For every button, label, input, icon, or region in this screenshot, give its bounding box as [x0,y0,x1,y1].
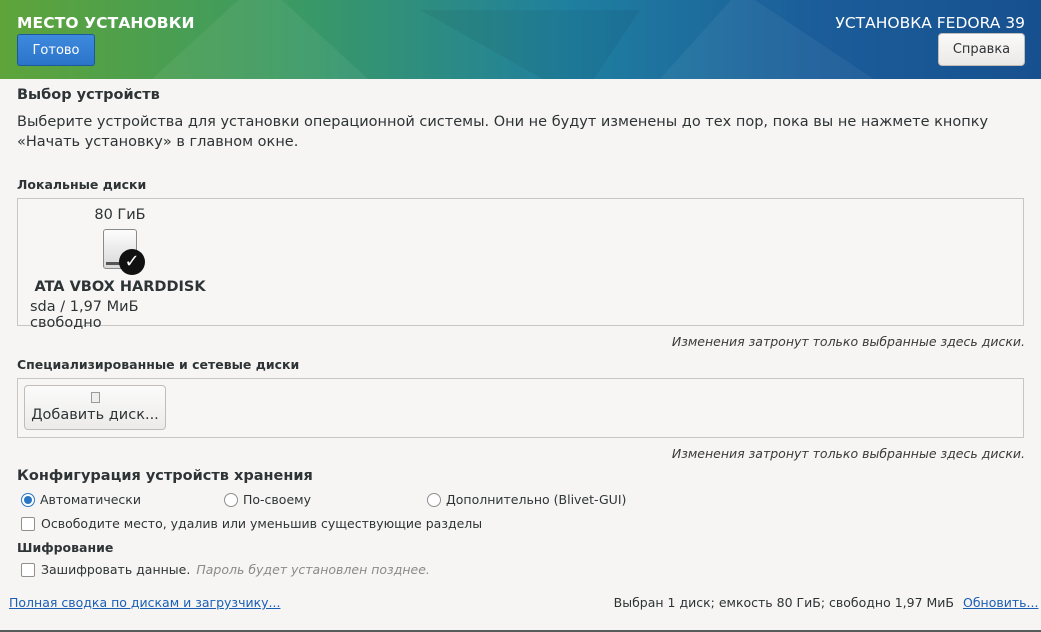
disk-name: ATA VBOX HARDDISK [34,279,206,295]
header-decoration [420,10,640,79]
encrypt-hint: Пароль будет установлен позднее. [196,562,430,577]
radio-label: Дополнительно (Blivet-GUI) [446,492,627,507]
help-button[interactable]: Справка [938,33,1025,66]
local-disks-label: Локальные диски [17,177,147,192]
local-disks-note: Изменения затронут только выбранные здес… [671,334,1025,349]
selected-check-icon: ✓ [119,249,145,275]
device-selection-title: Выбор устройств [17,87,160,103]
spoke-title: МЕСТО УСТАНОВКИ [17,14,195,32]
reclaim-space-label: Освободите место, удалив или уменьшив су… [41,516,483,531]
specialized-disks-label: Специализированные и сетевые диски [17,357,300,372]
radio-custom[interactable]: По-своему [224,492,311,507]
reclaim-space-checkbox-row[interactable]: Освободите место, удалив или уменьшив су… [21,516,482,531]
radio-label: По-своему [243,492,311,507]
radio-label: Автоматически [40,492,141,507]
disk-add-icon [90,392,100,403]
disk-info: sda / 1,97 МиБ свободно [30,299,139,331]
radio-button-selected[interactable] [21,492,35,507]
header-bar: МЕСТО УСТАНОВКИ УСТАНОВКА FEDORA 39 Гото… [0,0,1041,79]
local-disks-panel: 80 ГиБ ✓ ATA VBOX HARDDISK sda / 1,97 Ми… [17,198,1024,331]
header-decoration [140,0,380,79]
add-disk-label: Добавить диск... [31,407,159,423]
add-disk-button[interactable]: Добавить диск... [24,385,166,430]
encrypt-checkbox-row[interactable]: Зашифровать данные. Пароль будет установ… [21,562,430,577]
harddisk-icon: ✓ [103,229,145,275]
device-selection-description: Выберите устройства для установки операц… [17,114,989,150]
encrypt-label: Зашифровать данные. [41,562,191,577]
refresh-link[interactable]: Обновить... [963,595,1038,610]
radio-advanced[interactable]: Дополнительно (Blivet-GUI) [427,492,626,507]
selection-summary: Выбран 1 диск; емкость 80 ГиБ; свободно … [613,595,954,610]
disk-item-sda[interactable]: 80 ГиБ ✓ ATA VBOX HARDDISK sda / 1,97 Ми… [30,205,210,331]
header-decoration [650,0,890,79]
full-summary-link[interactable]: Полная сводка по дискам и загрузчику... [9,595,280,610]
specialized-disks-note: Изменения затронут только выбранные здес… [671,446,1025,461]
radio-automatic[interactable]: Автоматически [21,492,141,507]
radio-button[interactable] [427,492,441,507]
reclaim-space-checkbox[interactable] [21,516,35,531]
storage-config-title: Конфигурация устройств хранения [17,468,313,484]
radio-button[interactable] [224,492,238,507]
product-title: УСТАНОВКА FEDORA 39 [835,14,1025,32]
encryption-title: Шифрование [17,540,114,555]
encrypt-checkbox[interactable] [21,562,35,577]
done-button[interactable]: Готово [17,34,95,66]
disk-size: 80 ГиБ [94,207,146,223]
specialized-disks-panel: Добавить диск... [17,378,1024,438]
